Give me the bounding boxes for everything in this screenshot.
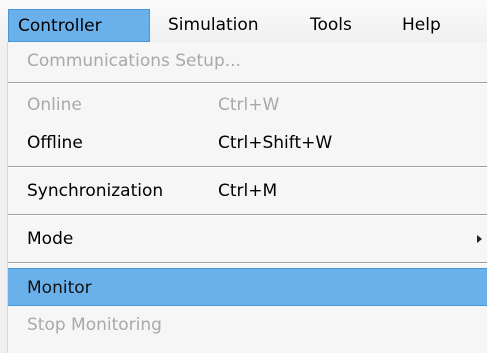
menu-help-label: Help xyxy=(402,15,441,35)
menu-simulation-label: Simulation xyxy=(168,15,259,35)
menu-item-synchronization-label: Synchronization xyxy=(27,181,164,201)
menu-bar: Controller Simulation Tools Help xyxy=(0,0,487,42)
menu-item-synchronization-shortcut: Ctrl+M xyxy=(218,181,278,201)
menu-item-stop-monitoring-label: Stop Monitoring xyxy=(27,315,162,335)
controller-dropdown-menu: Communications Setup... Online Ctrl+W Of… xyxy=(7,42,487,353)
menu-item-offline[interactable]: Offline Ctrl+Shift+W xyxy=(8,124,487,162)
menu-item-communications-setup[interactable]: Communications Setup... xyxy=(8,42,487,80)
menu-item-monitor-label: Monitor xyxy=(27,278,92,298)
menu-separator xyxy=(8,82,487,84)
submenu-arrow-icon xyxy=(477,235,482,243)
menu-tools[interactable]: Tools xyxy=(310,9,380,42)
menu-item-communications-setup-label: Communications Setup... xyxy=(27,51,241,71)
menu-item-offline-label: Offline xyxy=(27,133,83,153)
menu-separator xyxy=(8,262,487,264)
menu-item-offline-shortcut: Ctrl+Shift+W xyxy=(218,133,333,153)
menu-simulation[interactable]: Simulation xyxy=(168,9,288,42)
menu-item-mode[interactable]: Mode xyxy=(8,220,487,258)
menu-separator xyxy=(8,166,487,168)
application-window: Controller Simulation Tools Help Communi… xyxy=(0,0,487,353)
menu-item-online-shortcut: Ctrl+W xyxy=(218,95,280,115)
menu-item-online-label: Online xyxy=(27,95,82,115)
menu-item-synchronization[interactable]: Synchronization Ctrl+M xyxy=(8,172,487,210)
menu-item-online[interactable]: Online Ctrl+W xyxy=(8,86,487,124)
menu-controller-label: Controller xyxy=(18,16,102,36)
menu-controller[interactable]: Controller xyxy=(8,9,150,42)
menu-separator xyxy=(8,214,487,216)
menu-tools-label: Tools xyxy=(310,15,352,35)
menu-item-monitor[interactable]: Monitor xyxy=(8,268,487,306)
menu-help[interactable]: Help xyxy=(402,9,462,42)
menu-item-stop-monitoring[interactable]: Stop Monitoring xyxy=(8,306,487,344)
menu-item-mode-label: Mode xyxy=(27,229,74,249)
